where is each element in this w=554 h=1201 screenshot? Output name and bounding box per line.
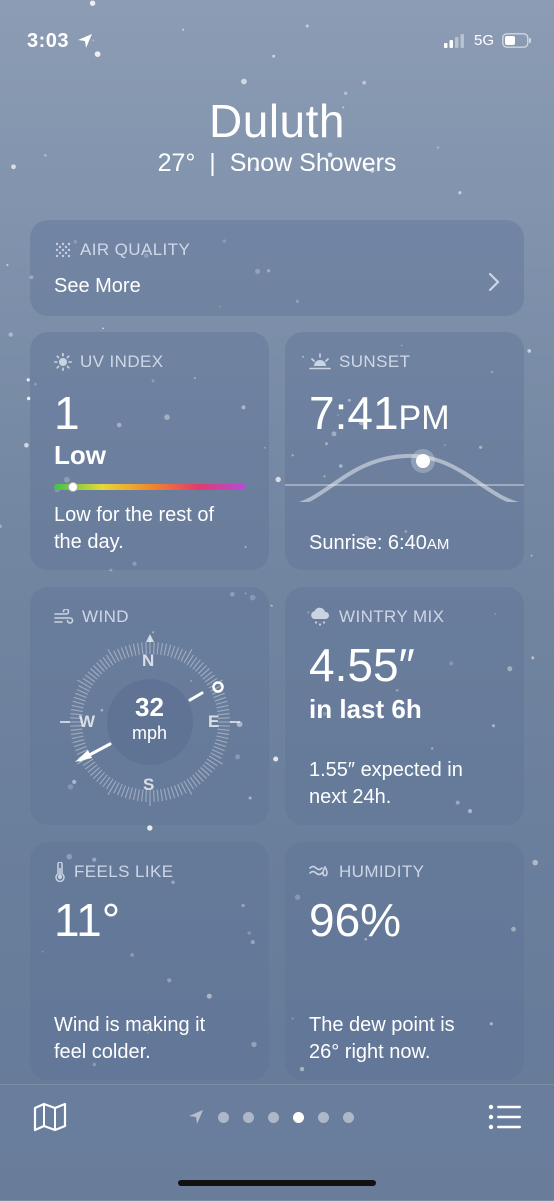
sunset-title-text: SUNSET [339, 352, 411, 371]
map-icon[interactable] [33, 1102, 67, 1132]
wintry-mix-description: 1.55″ expected in next 24h. [309, 757, 463, 811]
air-quality-icon [55, 242, 71, 258]
feels-like-title: FEELS LIKE [54, 862, 173, 882]
sunrise-label-text: Sunrise: 6:40 [309, 532, 427, 554]
humidity-description-line1: The dew point is [309, 1014, 455, 1036]
uv-value: 1 [54, 387, 80, 439]
current-location-arrow-icon[interactable] [188, 1109, 204, 1125]
sunset-title: SUNSET [309, 352, 410, 372]
chevron-right-icon [488, 272, 500, 292]
network-label: 5G [473, 32, 494, 49]
status-bar: 3:03 5G [0, 0, 554, 80]
wind-speed-value: 32 [135, 692, 164, 722]
sunset-time-value: 7:41 [309, 387, 399, 439]
humidity-description-line2: 26° right now. [309, 1041, 431, 1063]
humidity-title: HUMIDITY [309, 862, 424, 882]
wintry-mix-amount: 4.55″ [309, 639, 415, 691]
list-menu-icon[interactable] [488, 1104, 522, 1130]
sunrise-label: Sunrise: 6:40AM [309, 530, 449, 558]
feels-like-card[interactable]: FEELS LIKE 11° Wind is making it feel co… [30, 842, 269, 1080]
sunset-icon [309, 353, 331, 370]
wintry-mix-description-line1: 1.55″ expected in [309, 759, 463, 781]
separator: | [209, 149, 216, 177]
feels-like-description: Wind is making it feel colder. [54, 1012, 205, 1066]
wintry-mix-title-text: WINTRY MIX [339, 607, 445, 626]
wintry-mix-card[interactable]: WINTRY MIX 4.55″ in last 6h 1.55″ expect… [285, 587, 524, 825]
uv-index-card[interactable]: UV INDEX 1 Low Low for the rest of the d… [30, 332, 269, 570]
city-name: Duluth [209, 95, 345, 147]
status-icons: 5G [443, 32, 532, 49]
uv-index-title: UV INDEX [54, 352, 164, 372]
wind-speed-unit: mph [131, 723, 167, 743]
page-indicator[interactable] [188, 1109, 354, 1125]
battery-icon [502, 33, 531, 48]
uv-description: Low for the rest of the day. [54, 502, 214, 556]
page-dot[interactable] [243, 1111, 254, 1123]
uv-scale-bar [54, 482, 246, 492]
signal-icon [443, 33, 464, 48]
time-text: 3:03 [27, 30, 70, 52]
air-quality-card[interactable]: AIR QUALITY See More [30, 220, 524, 316]
sun-path-graph [285, 449, 524, 502]
status-time: 3:03 [27, 30, 93, 53]
sunset-time-suffix: PM [398, 399, 450, 437]
humidity-title-text: HUMIDITY [339, 862, 425, 881]
humidity-value: 96% [309, 894, 402, 946]
wind-icon [54, 609, 74, 624]
sleet-cloud-icon [311, 607, 330, 626]
sunrise-suffix: AM [426, 536, 450, 553]
uv-level-marker [68, 482, 79, 492]
wind-title-text: WIND [82, 607, 129, 626]
humidity-card[interactable]: HUMIDITY 96% The dew point is 26° right … [285, 842, 524, 1080]
uv-level: Low [54, 440, 106, 470]
thermometer-icon [55, 862, 65, 882]
location-arrow-icon [78, 34, 93, 48]
sun-icon [54, 353, 72, 371]
wind-title: WIND [54, 607, 129, 627]
page-dot[interactable] [318, 1111, 329, 1123]
see-more-link[interactable]: See More [54, 273, 141, 300]
air-quality-title: AIR QUALITY [54, 240, 190, 260]
condition-text: Snow Showers [229, 149, 397, 177]
uv-description-line1: Low for the rest of [54, 504, 215, 526]
uv-title-text: UV INDEX [80, 352, 164, 371]
sunset-time: 7:41PM [309, 387, 450, 444]
feels-like-title-text: FEELS LIKE [74, 862, 174, 881]
page-dot[interactable] [268, 1111, 279, 1123]
feels-like-description-line2: feel colder. [54, 1041, 151, 1063]
feels-like-description-line1: Wind is making it [54, 1014, 206, 1036]
home-indicator[interactable] [178, 1180, 376, 1186]
compass-south-label: S [143, 775, 155, 794]
wintry-mix-period: in last 6h [309, 694, 422, 724]
air-quality-title-text: AIR QUALITY [80, 240, 191, 259]
compass-north-label: N [142, 651, 155, 670]
location-header: Duluth 27° | Snow Showers [0, 95, 554, 179]
wintry-mix-title: WINTRY MIX [309, 607, 444, 627]
current-conditions: 27° | Snow Showers [0, 147, 554, 179]
page-dot[interactable] [218, 1111, 229, 1123]
uv-description-line2: the day. [54, 531, 124, 553]
humidity-description: The dew point is 26° right now. [309, 1012, 455, 1066]
wintry-mix-description-line2: next 24h. [309, 786, 392, 808]
humidity-icon [309, 865, 328, 877]
current-temp: 27° [157, 149, 196, 177]
page-dot[interactable] [343, 1111, 354, 1123]
feels-like-value: 11° [54, 894, 121, 946]
sunset-card[interactable]: SUNSET 7:41PM Sunrise: 6:40AM [285, 332, 524, 570]
wind-card[interactable]: WIND N S W E 32 mph [30, 587, 269, 825]
page-dot[interactable] [293, 1111, 304, 1123]
